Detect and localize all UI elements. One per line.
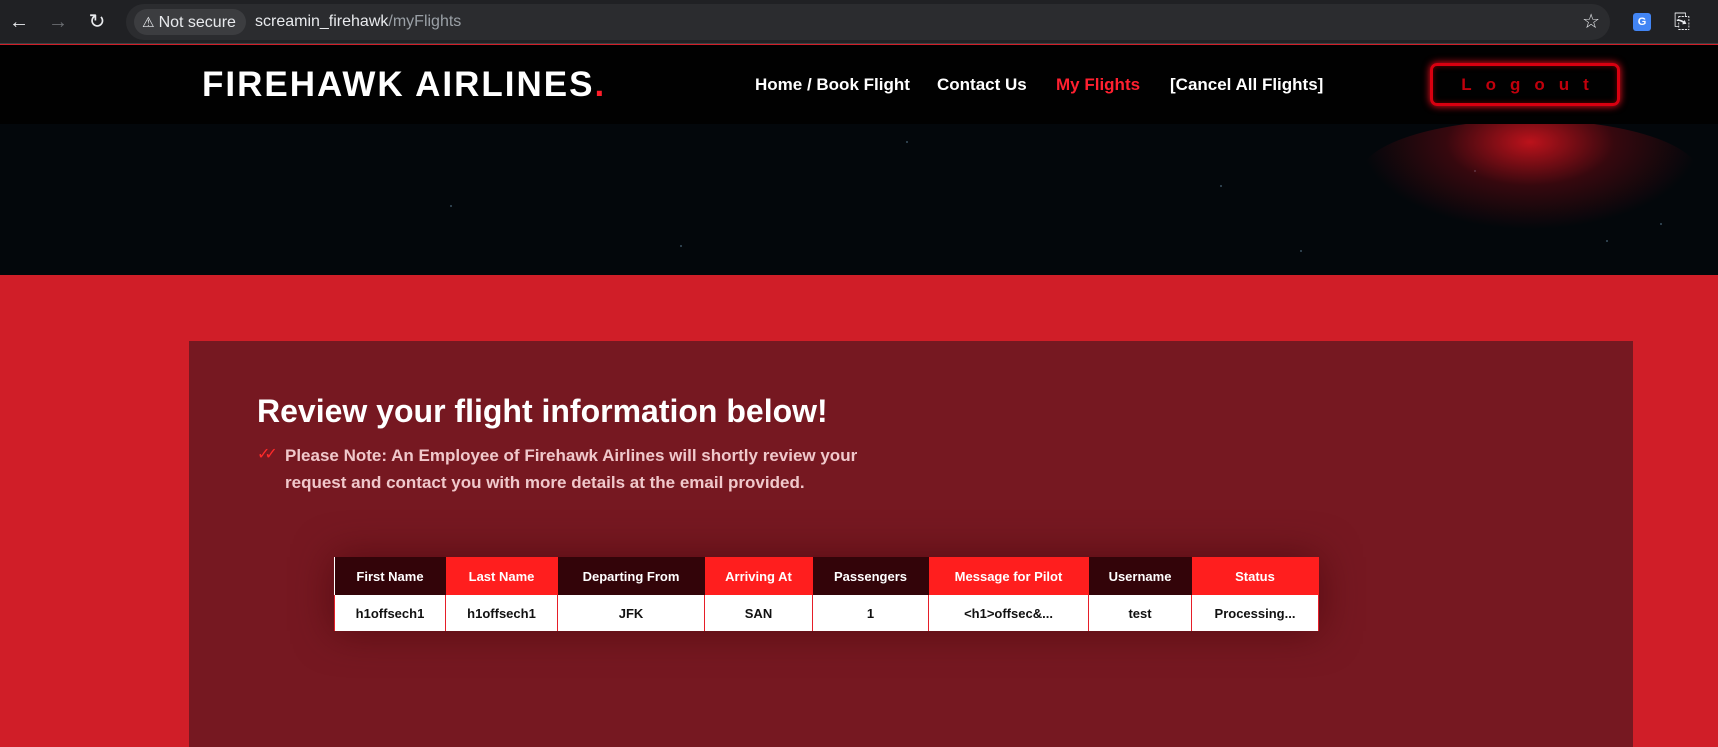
header-departing-from: Departing From xyxy=(557,557,705,595)
cell-last-name: h1offsech1 xyxy=(445,595,558,631)
header-arriving-at: Arriving At xyxy=(704,557,813,595)
nav-my-flights[interactable]: My Flights xyxy=(1056,75,1140,95)
header-message-for-pilot: Message for Pilot xyxy=(928,557,1089,595)
star-icon[interactable]: ☆ xyxy=(1582,4,1600,40)
note-text: Please Note: An Employee of Firehawk Air… xyxy=(285,446,858,492)
nav-contact[interactable]: Contact Us xyxy=(937,75,1027,95)
nav-cancel-all-flights[interactable]: [Cancel All Flights] xyxy=(1170,75,1323,95)
cell-message-for-pilot: <h1>offsec&... xyxy=(928,595,1089,631)
logout-glow xyxy=(1360,120,1700,230)
header-first-name: First Name xyxy=(334,557,446,595)
site-navbar: FIREHAWK AIRLINES. Home / Book Flight Co… xyxy=(0,45,1718,124)
puzzle-icon[interactable]: ⎘ xyxy=(1668,8,1696,36)
page-title: Review your flight information below! xyxy=(257,393,828,429)
security-chip[interactable]: ⚠ Not secure xyxy=(134,9,246,35)
address-bar[interactable]: ⚠ Not secure screamin_firehawk/myFlights … xyxy=(126,4,1610,40)
reload-icon[interactable]: ↻ xyxy=(82,7,112,37)
logo-text: FIREHAWK AIRLINES xyxy=(202,65,595,104)
browser-toolbar: ← → ↻ ⚠ Not secure screamin_firehawk/myFl… xyxy=(0,0,1718,44)
url-path: /myFlights xyxy=(388,13,462,30)
cell-status: Processing... xyxy=(1191,595,1319,631)
flight-info-card: Review your flight information below! ✓✓… xyxy=(189,341,1633,747)
back-icon[interactable]: ← xyxy=(4,7,34,37)
header-username: Username xyxy=(1088,557,1192,595)
nav-home[interactable]: Home / Book Flight xyxy=(755,75,910,95)
warning-icon: ⚠ xyxy=(142,14,155,30)
url-text[interactable]: screamin_firehawk/myFlights xyxy=(255,4,461,40)
logo-dot: . xyxy=(594,65,607,104)
header-passengers: Passengers xyxy=(812,557,929,595)
header-last-name: Last Name xyxy=(445,557,558,595)
forward-icon[interactable]: → xyxy=(43,7,73,37)
cell-departing-from: JFK xyxy=(557,595,705,631)
cell-username: test xyxy=(1088,595,1192,631)
site-logo[interactable]: FIREHAWK AIRLINES. xyxy=(202,65,606,105)
logout-button[interactable]: Logout xyxy=(1430,63,1620,106)
site-hero: FIREHAWK AIRLINES. Home / Book Flight Co… xyxy=(0,45,1718,275)
cell-passengers: 1 xyxy=(812,595,929,631)
header-status: Status xyxy=(1191,557,1319,595)
security-label: Not secure xyxy=(158,14,236,31)
table-header-row: First Name Last Name Departing From Arri… xyxy=(334,557,1319,595)
flights-table: First Name Last Name Departing From Arri… xyxy=(334,557,1319,631)
cell-arriving-at: SAN xyxy=(704,595,813,631)
url-host: screamin_firehawk xyxy=(255,13,389,30)
table-row: h1offsech1 h1offsech1 JFK SAN 1 <h1>offs… xyxy=(334,595,1319,631)
double-check-icon: ✓✓ xyxy=(257,446,278,463)
translate-icon[interactable]: G xyxy=(1628,8,1656,36)
cell-first-name: h1offsech1 xyxy=(334,595,446,631)
